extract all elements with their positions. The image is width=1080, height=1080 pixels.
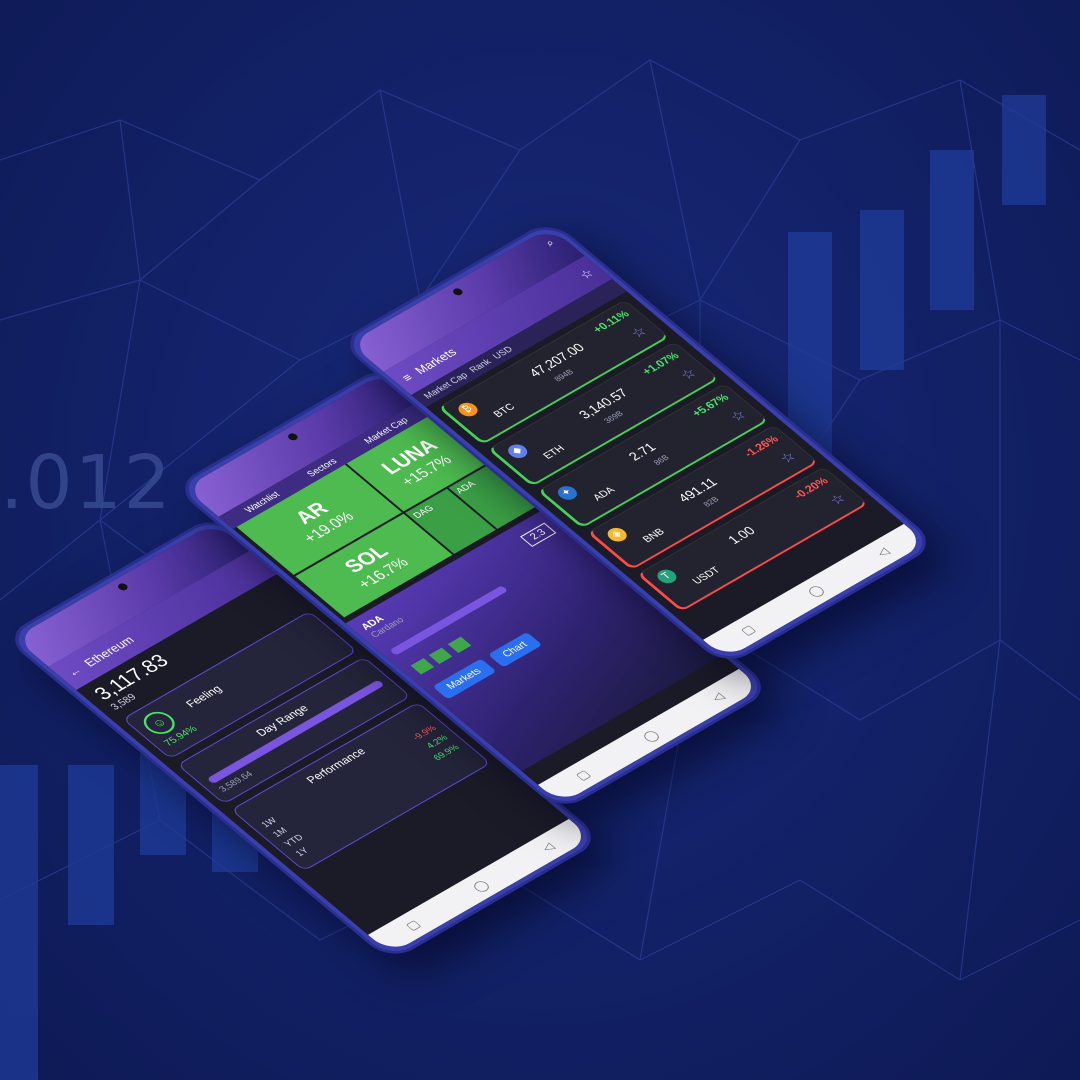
coin-icon: ◆ [504,441,532,461]
home-icon[interactable]: ◯ [639,728,662,744]
coin-icon: ₿ [454,400,482,419]
recent-apps-icon[interactable]: ▢ [402,917,423,932]
coin-icon: ✦ [553,483,581,503]
coin-market-cap: 894B [552,367,576,384]
menu-icon[interactable]: ≡ [399,371,416,384]
coin-symbol: ADA [590,485,618,504]
perf-row-value [465,752,473,759]
home-icon[interactable]: ◯ [804,583,827,599]
filter-currency[interactable]: USD [490,344,515,360]
markets-button[interactable]: Markets [432,658,497,700]
back-arrow-icon[interactable]: ← [64,664,86,680]
camera-notch [451,287,465,297]
camera-notch [116,582,130,592]
favorite-star-icon[interactable]: ☆ [626,323,651,341]
coin-market-cap: 369B [601,409,626,425]
coin-symbol: ETH [541,443,568,462]
favorite-star-icon[interactable]: ☆ [676,365,701,383]
coin-icon: ◈ [603,525,631,545]
favorite-star-icon[interactable]: ☆ [825,490,850,508]
home-icon[interactable]: ◯ [469,878,492,894]
recent-apps-icon[interactable]: ▢ [572,767,593,782]
favorite-star-icon[interactable]: ☆ [726,407,751,425]
back-icon[interactable]: ◁ [538,840,557,854]
feeling-label: Feeling [183,683,225,710]
coin-market-cap: 86B [651,453,672,467]
back-icon[interactable]: ◁ [873,545,892,559]
perf-row-label: 1M [270,825,290,839]
coin-symbol: BNB [640,526,668,545]
coin-change: +1.07% [639,350,683,378]
search-icon[interactable]: ⌕ [543,237,559,249]
coin-market-cap: 82B [701,495,721,509]
filter-rank[interactable]: Rank [467,357,493,374]
favorite-star-icon[interactable]: ☆ [776,449,801,467]
perf-row-label: 1Y [293,845,311,858]
coin-price: 1.00 [724,523,759,547]
chart-button[interactable]: Chart [488,632,543,668]
coin-change: +5.67% [689,392,732,420]
back-icon[interactable]: ◁ [708,690,727,704]
recent-apps-icon[interactable]: ▢ [737,622,758,637]
perf-row-label: 1W [258,815,279,830]
coin-symbol: USDT [690,565,723,587]
camera-notch [286,432,300,442]
star-outline-icon[interactable]: ☆ [576,267,597,282]
background-number: .012 [0,440,173,526]
coin-symbol: BTC [491,402,518,420]
mini-tile [410,658,434,675]
coin-change: +0.11% [590,308,633,336]
mini-tile [429,647,453,664]
coin-icon: T [653,566,681,586]
mini-tile [447,636,472,654]
